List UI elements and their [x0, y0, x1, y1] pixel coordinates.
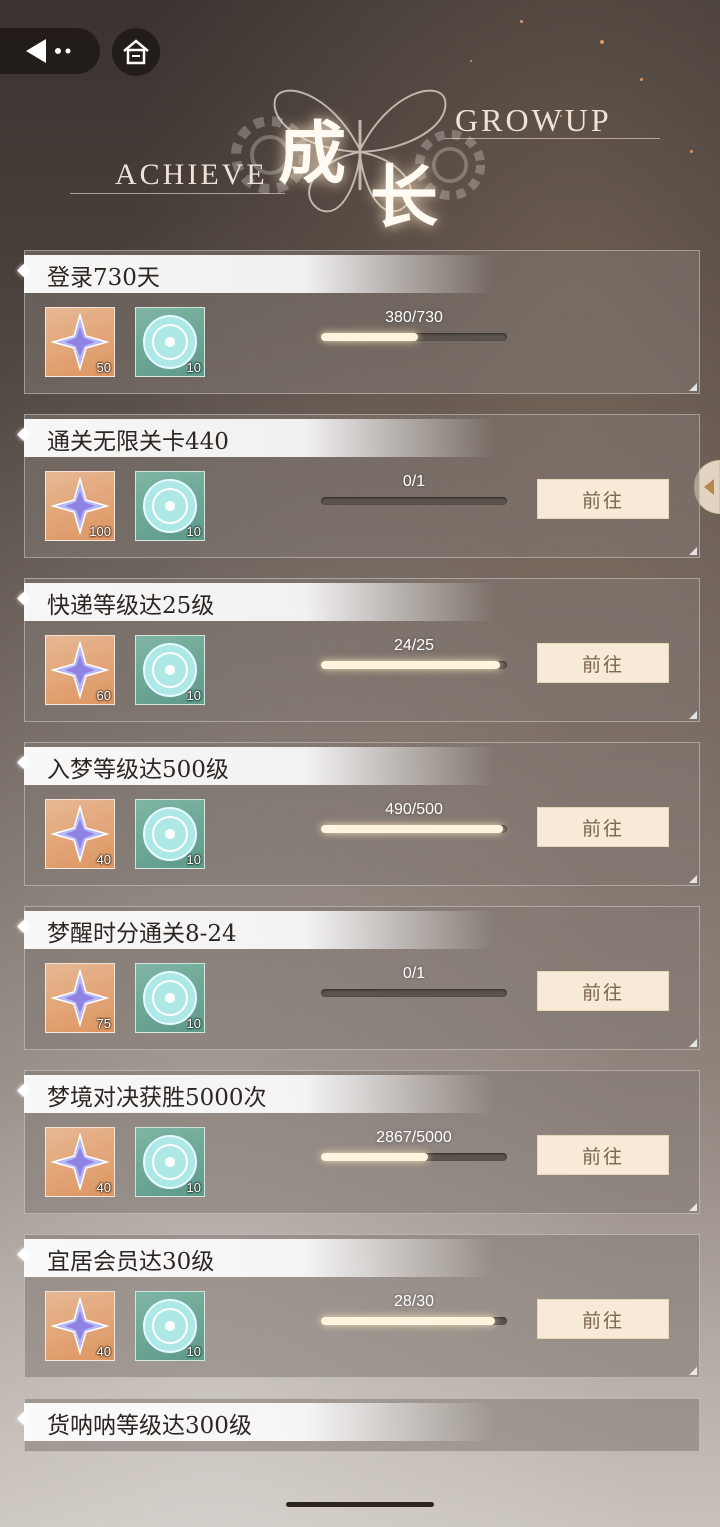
- reward-quantity: 10: [186, 360, 201, 375]
- task-title: 宜居会员达30级: [47, 1249, 215, 1275]
- progress-bar: [321, 497, 507, 505]
- card-corner: [689, 547, 697, 555]
- card-corner: [689, 383, 697, 391]
- reward-item[interactable]: 100: [45, 471, 115, 541]
- progress-text: 0/1: [402, 965, 426, 982]
- spark: [520, 20, 523, 23]
- reward-item[interactable]: 10: [135, 635, 205, 705]
- home-icon: [123, 39, 149, 65]
- go-button[interactable]: 前往: [537, 643, 669, 683]
- spark: [600, 40, 604, 44]
- progress-text: 28/30: [393, 1293, 435, 1310]
- progress-bar: [321, 1153, 507, 1161]
- task-card: 梦醒时分通关8-24 75 10 0/1 前往: [17, 906, 700, 1050]
- go-button[interactable]: 前往: [537, 479, 669, 519]
- reward-item[interactable]: 10: [135, 1127, 205, 1197]
- header-achieve-text: ACHIEVE: [115, 158, 268, 191]
- reward-quantity: 100: [89, 524, 111, 539]
- progress-bar: [321, 333, 507, 341]
- reward-item[interactable]: 10: [135, 799, 205, 869]
- home-button[interactable]: [112, 28, 160, 76]
- reward-item[interactable]: 40: [45, 1127, 115, 1197]
- task-card: 快递等级达25级 60 10 24/25 前往: [17, 578, 700, 722]
- progress-bar: [321, 989, 507, 997]
- back-arrow-icon: [26, 39, 71, 63]
- task-card: 入梦等级达500级 40 10 490/500 前往: [17, 742, 700, 886]
- reward-quantity: 10: [186, 852, 201, 867]
- task-title: 货呐呐等级达300级: [47, 1413, 252, 1439]
- task-card: 通关无限关卡440 100 10 0/1 前往: [17, 414, 700, 558]
- reward-item[interactable]: 60: [45, 635, 115, 705]
- go-button[interactable]: 前往: [537, 1135, 669, 1175]
- card-corner: [689, 1367, 697, 1375]
- progress-bar: [321, 661, 507, 669]
- task-card: 宜居会员达30级 40 10 28/30 前往: [17, 1234, 700, 1378]
- task-title: 通关无限关卡440: [47, 429, 229, 455]
- reward-item[interactable]: 10: [135, 963, 205, 1033]
- reward-quantity: 10: [186, 1344, 201, 1359]
- reward-item[interactable]: 40: [45, 799, 115, 869]
- task-title: 入梦等级达500级: [47, 757, 229, 783]
- reward-item[interactable]: 10: [135, 471, 205, 541]
- progress-bar-fill: [321, 1153, 428, 1161]
- progress-text: 380/730: [385, 309, 443, 326]
- progress-bar: [321, 825, 507, 833]
- reward-quantity: 40: [96, 1344, 111, 1359]
- home-indicator[interactable]: [286, 1502, 434, 1507]
- reward-item[interactable]: 10: [135, 1291, 205, 1361]
- reward-quantity: 50: [96, 360, 111, 375]
- task-list: 登录730天 50 10 380/730 通关无限关卡440 100 10 0/…: [17, 250, 700, 1472]
- reward-item[interactable]: 75: [45, 963, 115, 1033]
- reward-quantity: 40: [96, 852, 111, 867]
- go-button[interactable]: 前往: [537, 971, 669, 1011]
- card-corner: [689, 1039, 697, 1047]
- progress-text: 24/25: [393, 637, 435, 654]
- page-header: ACHIEVE GROWUP 成 长: [60, 80, 680, 238]
- task-card: 货呐呐等级达300级: [17, 1398, 700, 1452]
- reward-quantity: 60: [96, 688, 111, 703]
- spark: [690, 150, 693, 153]
- header-title-char1: 成: [278, 114, 347, 194]
- task-card: 梦境对决获胜5000次 40 10 2867/5000 前往: [17, 1070, 700, 1214]
- go-button[interactable]: 前往: [537, 1299, 669, 1339]
- header-line-left: [70, 193, 285, 194]
- progress-text: 0/1: [402, 473, 426, 490]
- task-title: 快递等级达25级: [47, 593, 215, 619]
- reward-item[interactable]: 40: [45, 1291, 115, 1361]
- task-title: 梦境对决获胜5000次: [47, 1085, 267, 1111]
- card-corner: [689, 1203, 697, 1211]
- card-corner: [689, 711, 697, 719]
- reward-item[interactable]: 10: [135, 307, 205, 377]
- header-title-char2: 长: [370, 158, 439, 238]
- progress-bar-fill: [321, 825, 504, 833]
- task-title: 梦醒时分通关8-24: [47, 921, 237, 947]
- reward-quantity: 10: [186, 1180, 201, 1195]
- progress-bar-fill: [321, 661, 500, 669]
- progress-text: 2867/5000: [376, 1129, 452, 1146]
- card-corner: [689, 875, 697, 883]
- progress-bar-fill: [321, 1317, 495, 1325]
- progress-bar-fill: [321, 333, 418, 341]
- reward-quantity: 75: [96, 1016, 111, 1031]
- go-button[interactable]: 前往: [537, 807, 669, 847]
- task-title: 登录730天: [47, 265, 160, 291]
- reward-quantity: 10: [186, 1016, 201, 1031]
- spark: [470, 60, 472, 62]
- progress-text: 490/500: [385, 801, 443, 818]
- task-card: 登录730天 50 10 380/730: [17, 250, 700, 394]
- reward-quantity: 10: [186, 688, 201, 703]
- reward-quantity: 10: [186, 524, 201, 539]
- reward-quantity: 40: [96, 1180, 111, 1195]
- back-button[interactable]: [0, 28, 100, 74]
- header-growup-text: GROWUP: [455, 102, 612, 138]
- reward-item[interactable]: 50: [45, 307, 115, 377]
- progress-bar: [321, 1317, 507, 1325]
